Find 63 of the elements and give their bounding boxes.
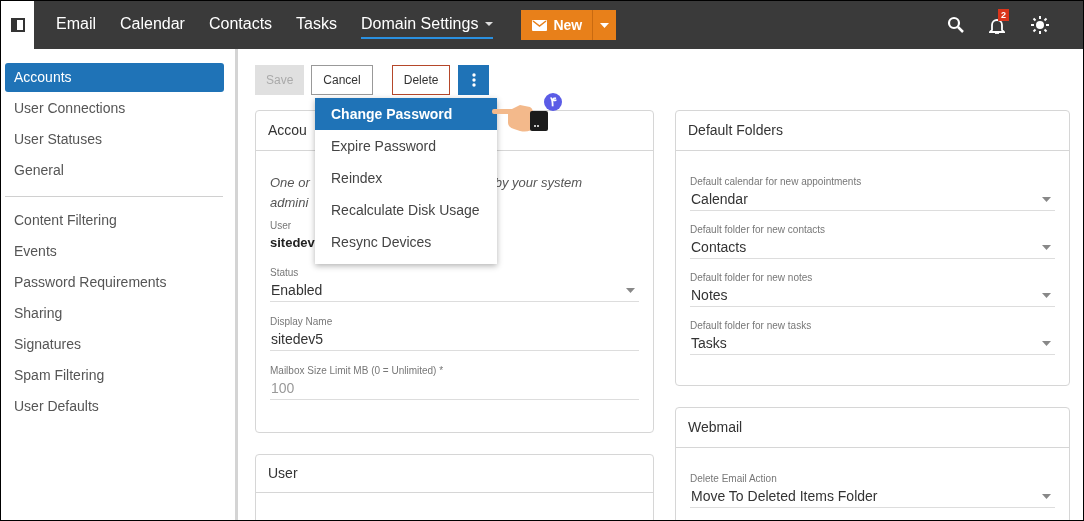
sun-icon[interactable] — [1031, 16, 1049, 34]
sidebar-item[interactable]: User Connections — [5, 94, 224, 123]
nav-tab[interactable]: Tasks — [296, 11, 337, 39]
sidebar-item[interactable]: Content Filtering — [5, 206, 224, 235]
field-label: Default folder for new notes — [690, 271, 814, 285]
notification-badge: 2 — [998, 9, 1009, 21]
nav-tab[interactable]: Calendar — [120, 11, 185, 39]
menu-item[interactable]: Resync Devices — [315, 226, 497, 258]
sidebar-item[interactable]: Spam Filtering — [5, 361, 224, 390]
caret-icon — [600, 22, 610, 28]
sidebar-item[interactable]: Accounts — [5, 63, 224, 92]
select-field[interactable]: Contacts — [690, 237, 1055, 259]
more-options-button[interactable] — [458, 65, 490, 95]
caret-icon — [1042, 494, 1051, 499]
menu-item[interactable]: Recalculate Disk Usage — [315, 194, 497, 226]
sidebar-item[interactable]: Signatures — [5, 330, 224, 359]
field-label: Mailbox Size Limit MB (0 = Unlimited) * — [270, 363, 445, 378]
toolbar-button[interactable]: Cancel — [311, 65, 373, 95]
field-label: Status — [270, 265, 300, 280]
card-title: Accou — [268, 121, 307, 140]
menu-item[interactable]: Expire Password — [315, 130, 497, 162]
field-label: Delete Email Action — [690, 472, 778, 486]
caret-icon — [1042, 293, 1051, 298]
select-field[interactable]: Notes — [690, 285, 1055, 307]
nav-tab[interactable]: Email — [56, 11, 96, 39]
sidebar-item[interactable]: User Defaults — [5, 392, 224, 421]
select-field[interactable]: Tasks — [690, 333, 1055, 355]
vertical-dots-icon — [471, 73, 476, 87]
sidebar-item[interactable]: Password Requirements — [5, 268, 224, 297]
envelope-icon — [532, 19, 548, 31]
caret-icon — [1042, 341, 1051, 346]
field-label: Default folder for new contacts — [690, 223, 827, 237]
search-icon[interactable] — [947, 16, 965, 34]
field-label: Default folder for new tasks — [690, 319, 813, 333]
toolbar-button[interactable]: Delete — [391, 65, 451, 95]
select-field[interactable]: Calendar — [690, 189, 1055, 211]
caret-icon — [1042, 197, 1051, 202]
caret-icon — [626, 287, 635, 293]
sidebar-item[interactable]: User Statuses — [5, 125, 224, 154]
sidebar-item[interactable]: Sharing — [5, 299, 224, 328]
bell-icon[interactable] — [989, 17, 1005, 35]
input-field[interactable]: sitedev5 — [270, 328, 639, 351]
step-badge: ۴ — [544, 93, 562, 111]
field-label: Default calendar for new appointments — [690, 175, 863, 189]
select-field[interactable]: Move To Deleted Items Folder — [690, 486, 1055, 508]
new-dropdown-button[interactable] — [592, 10, 617, 40]
nav-tab[interactable]: Domain Settings — [361, 11, 494, 39]
select-field[interactable]: Enabled — [270, 279, 639, 302]
card-title: User — [268, 464, 298, 483]
caret-icon — [1042, 245, 1051, 250]
note-text: admini — [270, 193, 309, 212]
nav-tab[interactable]: Contacts — [208, 11, 273, 39]
card-title: Webmail — [688, 418, 743, 437]
note-text: One or — [270, 174, 310, 192]
menu-item[interactable]: Reindex — [315, 162, 497, 194]
user-value: sitedev — [270, 234, 315, 252]
sidebar-item[interactable]: General — [5, 156, 224, 185]
field-label: Display Name — [270, 314, 334, 329]
menu-item[interactable]: Change Password — [315, 98, 497, 130]
sidebar-item[interactable]: Events — [5, 237, 224, 266]
card-title: Default Folders — [688, 121, 783, 140]
field-label: User — [270, 219, 293, 233]
sidebar-toggle-icon[interactable] — [10, 18, 25, 32]
